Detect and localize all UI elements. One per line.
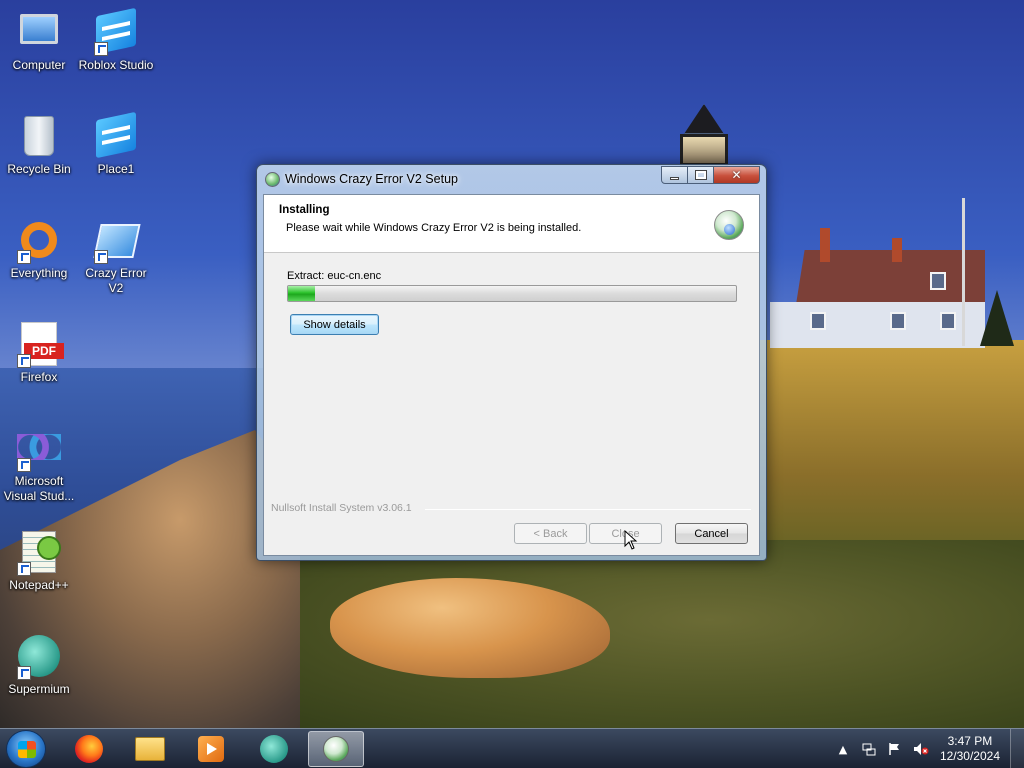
desktop-icon-label: Crazy Error V2 xyxy=(85,266,147,295)
shortcut-arrow-icon xyxy=(94,250,108,264)
install-progress-bar xyxy=(287,285,737,302)
taskbar-media-player[interactable] xyxy=(183,731,239,767)
notepad-plus-plus-icon xyxy=(15,528,63,576)
wallpaper-chimney xyxy=(892,238,902,262)
show-hidden-icons-chevron[interactable]: ▲ xyxy=(835,741,851,757)
installer-app-icon[interactable] xyxy=(265,172,280,187)
computer-icon xyxy=(15,8,63,56)
caption-buttons: ✕ xyxy=(661,166,760,184)
mouse-cursor-icon xyxy=(624,530,638,550)
taskbar-firefox[interactable] xyxy=(61,731,117,767)
taskbar-installer[interactable] xyxy=(308,731,364,767)
window-title: Windows Crazy Error V2 Setup xyxy=(285,172,458,186)
shortcut-arrow-icon xyxy=(17,354,31,368)
desktop-icon-label: Everything xyxy=(10,266,68,280)
close-window-button: ✕ xyxy=(714,166,760,184)
installer-client-area: Installing Please wait while Windows Cra… xyxy=(263,194,760,556)
install-status-text: Extract: euc-cn.enc xyxy=(287,270,382,282)
desktop-icon-place1[interactable]: Place1 xyxy=(77,111,155,177)
clock-date: 12/30/2024 xyxy=(939,749,1000,763)
page-title: Installing xyxy=(279,204,330,216)
start-button[interactable] xyxy=(6,730,46,768)
back-button: < Back xyxy=(514,523,587,544)
wallpaper-chimney xyxy=(820,228,830,262)
windows-logo-icon xyxy=(18,741,36,758)
desktop-icon-label: Supermium xyxy=(8,682,70,696)
clock-time: 3:47 PM xyxy=(947,734,993,748)
action-center-flag-icon[interactable] xyxy=(887,741,903,757)
desktop-icon-supermium[interactable]: Supermium xyxy=(0,632,78,697)
everything-search-icon xyxy=(15,216,63,264)
recycle-bin-icon xyxy=(15,112,63,160)
show-desktop-button[interactable] xyxy=(1010,729,1024,768)
taskbar-clock[interactable]: 3:47 PM 12/30/2024 xyxy=(940,734,1000,764)
shortcut-arrow-icon xyxy=(17,562,31,576)
file-explorer-icon xyxy=(135,737,165,761)
minimize-button[interactable] xyxy=(661,166,688,184)
close-icon: ✕ xyxy=(731,168,742,182)
installer-window[interactable]: Windows Crazy Error V2 Setup ✕ Installin… xyxy=(256,164,767,561)
shortcut-arrow-icon xyxy=(94,42,108,56)
desktop-icon-crazy-error-v2[interactable]: Crazy Error V2 xyxy=(77,216,155,296)
shortcut-arrow-icon xyxy=(17,458,31,472)
desktop-icon-label: Firefox xyxy=(20,370,58,384)
taskbar-supermium[interactable] xyxy=(246,731,302,767)
wallpaper-flagpole xyxy=(962,198,965,346)
desktop-icon-firefox-pdf[interactable]: PDF Firefox xyxy=(0,320,78,385)
wallpaper-lighthouse xyxy=(676,104,732,166)
desktop-icon-label: Place1 xyxy=(97,162,135,176)
minimize-icon xyxy=(670,176,679,180)
roblox-studio-icon xyxy=(92,7,140,56)
system-tray: ▲ 3:47 PM 12/30/2024 xyxy=(830,729,1024,768)
footer-divider xyxy=(425,509,751,510)
page-subtitle: Please wait while Windows Crazy Error V2… xyxy=(286,222,582,234)
desktop-icon-roblox-studio[interactable]: Roblox Studio xyxy=(77,7,155,73)
desktop-icon-label: Microsoft Visual Stud... xyxy=(3,474,75,503)
cancel-button[interactable]: Cancel xyxy=(675,523,748,544)
firefox-icon xyxy=(75,735,103,763)
desktop-icon-everything[interactable]: Everything xyxy=(0,216,78,281)
installer-header: Installing Please wait while Windows Cra… xyxy=(264,195,759,253)
window-titlebar[interactable]: Windows Crazy Error V2 Setup ✕ xyxy=(257,165,766,193)
desktop-icon-label: Recycle Bin xyxy=(7,162,71,176)
crazy-error-icon xyxy=(92,216,141,264)
maximize-icon xyxy=(694,170,707,180)
desktop-icon-recycle-bin[interactable]: Recycle Bin xyxy=(0,112,78,177)
supermium-icon xyxy=(15,632,63,680)
progress-fill xyxy=(288,286,315,301)
desktop-icon-computer[interactable]: Computer xyxy=(0,8,78,73)
roblox-place-icon xyxy=(92,111,140,160)
visual-studio-icon xyxy=(15,424,63,472)
desktop-icon-visual-studio[interactable]: Microsoft Visual Stud... xyxy=(0,424,78,504)
media-player-icon xyxy=(198,736,224,762)
shortcut-arrow-icon xyxy=(17,250,31,264)
desktop-icon-label: Roblox Studio xyxy=(78,58,154,72)
desktop-icon-notepad-plus-plus[interactable]: Notepad++ xyxy=(0,528,78,593)
taskbar-file-explorer[interactable] xyxy=(122,731,178,767)
desktop-icon-label: Computer xyxy=(12,58,66,72)
network-icon[interactable] xyxy=(861,741,877,757)
installer-icon xyxy=(323,736,349,762)
maximize-button xyxy=(688,166,714,184)
nsis-branding: Nullsoft Install System v3.06.1 xyxy=(271,502,412,514)
supermium-icon xyxy=(260,735,288,763)
installer-logo-icon xyxy=(714,210,744,240)
volume-muted-icon[interactable] xyxy=(913,741,929,757)
taskbar: ▲ 3:47 PM 12/30/2024 xyxy=(0,728,1024,768)
shortcut-arrow-icon xyxy=(17,666,31,680)
wallpaper-house xyxy=(770,250,985,348)
show-details-button[interactable]: Show details xyxy=(290,314,379,335)
desktop-icon-label: Notepad++ xyxy=(9,578,69,592)
pdf-file-icon: PDF xyxy=(15,320,64,368)
